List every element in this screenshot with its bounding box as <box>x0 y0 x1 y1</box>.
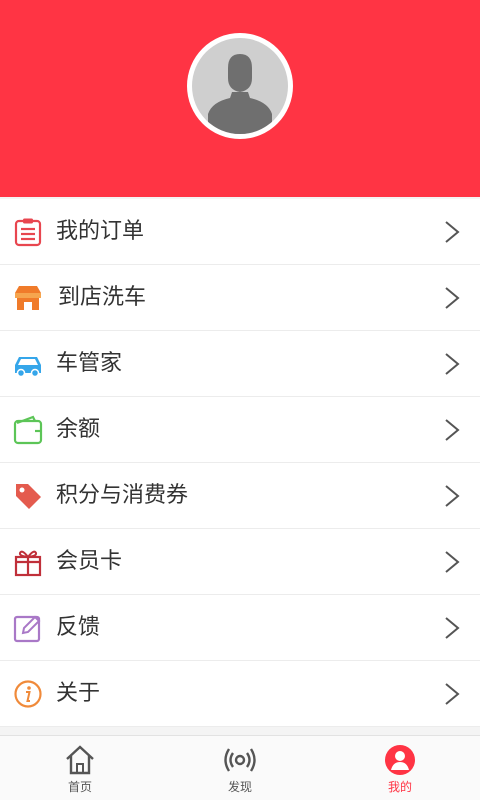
profile-icon <box>385 745 415 775</box>
tab-label: 发现 <box>227 780 252 794</box>
wallet-icon <box>12 414 44 446</box>
tab-label: 首页 <box>67 780 92 794</box>
menu-item-label: 积分与消费券 <box>56 483 189 508</box>
menu-item-label: 关于 <box>56 681 101 706</box>
broadcast-icon <box>224 748 256 772</box>
profile-header <box>0 0 480 197</box>
bottom-tab-bar: 首页 发现 我的 <box>0 735 480 800</box>
tab-label: 我的 <box>387 780 412 794</box>
tab-mine[interactable]: 我的 <box>320 736 480 800</box>
tab-home[interactable]: 首页 <box>0 736 160 800</box>
menu-item-label: 反馈 <box>56 615 101 640</box>
chevron-right-icon <box>445 353 460 375</box>
menu-item-store-wash[interactable]: 到店洗车 <box>0 265 480 331</box>
gift-icon <box>12 546 44 578</box>
menu-item-label: 我的订单 <box>56 219 145 244</box>
profile-menu: 我的订单 到店洗车 车管家 余额 积分与消费券 会员卡 反馈 关于 <box>0 199 480 727</box>
menu-item-feedback[interactable]: 反馈 <box>0 595 480 661</box>
car-icon <box>12 348 44 380</box>
chevron-right-icon <box>445 221 460 243</box>
chevron-right-icon <box>445 287 460 309</box>
menu-item-label: 余额 <box>56 417 101 442</box>
menu-item-points-coupons[interactable]: 积分与消费券 <box>0 463 480 529</box>
home-icon <box>66 745 94 775</box>
menu-item-membership-card[interactable]: 会员卡 <box>0 529 480 595</box>
menu-item-label: 到店洗车 <box>58 285 147 310</box>
chevron-right-icon <box>445 617 460 639</box>
chevron-right-icon <box>445 419 460 441</box>
store-icon <box>12 282 44 314</box>
chevron-right-icon <box>445 683 460 705</box>
info-icon <box>12 678 44 710</box>
chevron-right-icon <box>445 485 460 507</box>
avatar-placeholder-icon <box>192 38 288 134</box>
tab-discover[interactable]: 发现 <box>160 736 320 800</box>
order-list-icon <box>12 216 44 248</box>
menu-item-orders[interactable]: 我的订单 <box>0 199 480 265</box>
edit-icon <box>12 612 44 644</box>
tag-icon <box>12 480 44 512</box>
avatar[interactable] <box>187 33 293 139</box>
menu-item-car-manager[interactable]: 车管家 <box>0 331 480 397</box>
menu-item-about[interactable]: 关于 <box>0 661 480 727</box>
chevron-right-icon <box>445 551 460 573</box>
menu-item-label: 车管家 <box>56 351 123 376</box>
menu-item-balance[interactable]: 余额 <box>0 397 480 463</box>
menu-item-label: 会员卡 <box>56 549 123 574</box>
